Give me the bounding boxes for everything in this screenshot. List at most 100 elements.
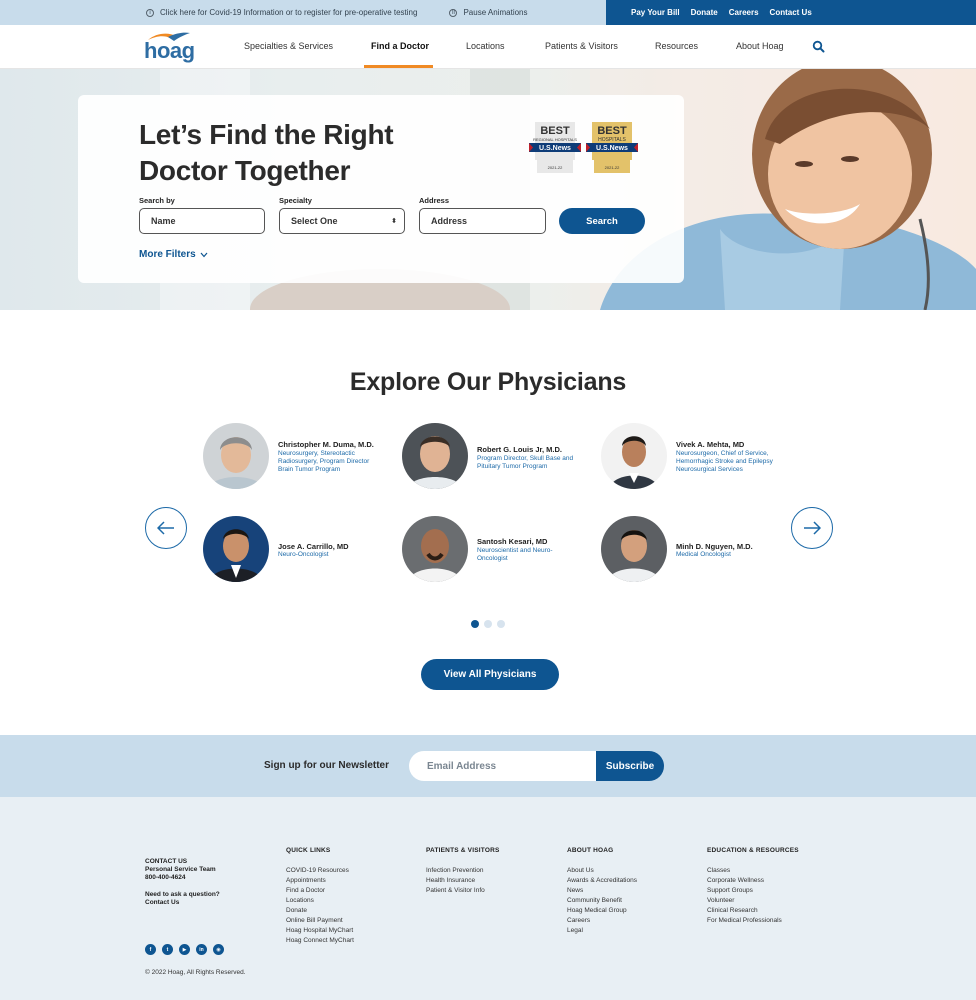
physician-card[interactable]: Vivek A. Mehta, MD Neurosurgeon, Chief o… bbox=[601, 423, 831, 489]
physicians-section-title: Explore Our Physicians bbox=[349, 368, 627, 396]
footer-link[interactable]: Hoag Medical Group bbox=[567, 906, 637, 916]
subscribe-button[interactable]: Subscribe bbox=[596, 751, 664, 781]
footer-link[interactable]: Volunteer bbox=[707, 896, 799, 906]
utility-left: i Click here for Covid-19 Information or… bbox=[146, 0, 528, 25]
view-all-physicians-button[interactable]: View All Physicians bbox=[421, 659, 559, 690]
footer-link[interactable]: Legal bbox=[567, 926, 637, 936]
physician-name: Vivek A. Mehta, MD bbox=[676, 440, 745, 449]
physician-specialty: Neurosurgeon, Chief of Service, Hemorrha… bbox=[676, 450, 773, 473]
active-nav-indicator bbox=[364, 65, 433, 68]
footer-column-title: PATIENTS & VISITORS bbox=[426, 847, 500, 854]
physician-name: Santosh Kesari, MD bbox=[477, 537, 548, 546]
utility-links: Pay Your Bill Donate Careers Contact Us bbox=[606, 0, 976, 25]
carousel-dot[interactable] bbox=[471, 620, 479, 628]
physician-photo bbox=[203, 423, 269, 489]
footer-link[interactable]: Hoag Connect MyChart bbox=[286, 936, 354, 946]
footer-link[interactable]: Support Groups bbox=[707, 886, 799, 896]
footer-contact: CONTACT US Personal Service Team 800-400… bbox=[145, 858, 220, 907]
footer-link[interactable]: Appointments bbox=[286, 876, 354, 886]
footer-link[interactable]: For Medical Professionals bbox=[707, 916, 799, 926]
youtube-icon[interactable]: ▶ bbox=[179, 944, 190, 955]
physician-photo bbox=[601, 516, 667, 582]
physician-card[interactable]: Minh D. Nguyen, M.D. Medical Oncologist bbox=[601, 516, 831, 582]
specialty-select[interactable]: Select One ⬍ bbox=[279, 208, 405, 234]
badge-best-text: BEST bbox=[597, 125, 627, 137]
badge-year-text: 2021-22 bbox=[548, 165, 563, 170]
site-footer: CONTACT US Personal Service Team 800-400… bbox=[0, 797, 976, 1000]
footer-link[interactable]: Community Benefit bbox=[567, 896, 637, 906]
footer-link[interactable]: Classes bbox=[707, 866, 799, 876]
nav-specialties[interactable]: Specialties & Services bbox=[244, 41, 333, 51]
badge-category-text: HOSPITALS bbox=[598, 137, 626, 143]
physician-specialty: Neuroscientist and Neuro-Oncologist bbox=[477, 547, 553, 562]
newsletter-email-input[interactable]: Email Address bbox=[409, 751, 599, 781]
pause-icon[interactable]: ll bbox=[449, 8, 458, 17]
badge-best-text: BEST bbox=[540, 125, 570, 137]
twitter-icon[interactable]: t bbox=[162, 944, 173, 955]
nav-about-hoag[interactable]: About Hoag bbox=[736, 41, 784, 51]
footer-link[interactable]: Locations bbox=[286, 896, 354, 906]
footer-link[interactable]: Online Bill Payment bbox=[286, 916, 354, 926]
facebook-icon[interactable]: f bbox=[145, 944, 156, 955]
find-doctor-card: Let’s Find the Right Doctor Together BES… bbox=[78, 95, 684, 283]
hoag-logo[interactable]: hoag bbox=[144, 30, 195, 64]
footer-link[interactable]: Patient & Visitor Info bbox=[426, 886, 500, 896]
physician-card[interactable]: Christopher M. Duma, M.D. Neurosurgery, … bbox=[203, 423, 433, 489]
footer-link[interactable]: About Us bbox=[567, 866, 637, 876]
physician-photo bbox=[601, 423, 667, 489]
contact-phone[interactable]: 800-400-4624 bbox=[145, 874, 220, 882]
badge-year-text: 2021-22 bbox=[605, 165, 620, 170]
footer-link[interactable]: Clinical Research bbox=[707, 906, 799, 916]
footer-link[interactable]: Careers bbox=[567, 916, 637, 926]
address-input[interactable]: Address bbox=[419, 208, 546, 234]
footer-link[interactable]: Find a Doctor bbox=[286, 886, 354, 896]
carousel-dot[interactable] bbox=[497, 620, 505, 628]
pay-bill-link[interactable]: Pay Your Bill bbox=[631, 8, 680, 17]
nav-find-a-doctor[interactable]: Find a Doctor bbox=[371, 41, 429, 51]
physician-name: Robert G. Louis Jr, M.D. bbox=[477, 445, 563, 454]
footer-link[interactable]: News bbox=[567, 886, 637, 896]
search-icon[interactable] bbox=[812, 40, 825, 53]
more-filters-toggle[interactable]: More Filters bbox=[139, 249, 208, 260]
physician-photo bbox=[402, 423, 468, 489]
physician-card[interactable]: Jose A. Carrillo, MD Neuro-Oncologist bbox=[203, 516, 433, 582]
footer-link[interactable]: Awards & Accreditations bbox=[567, 876, 637, 886]
nav-resources[interactable]: Resources bbox=[655, 41, 698, 51]
contact-team: Personal Service Team bbox=[145, 866, 216, 873]
donate-link[interactable]: Donate bbox=[691, 8, 718, 17]
arrow-left-icon bbox=[157, 521, 174, 535]
footer-link[interactable]: COVID-19 Resources bbox=[286, 866, 354, 876]
contact-us-link[interactable]: Contact Us bbox=[770, 8, 812, 17]
footer-column-title: ABOUT HOAG bbox=[567, 847, 614, 854]
chevron-down-icon bbox=[200, 252, 208, 257]
footer-link[interactable]: Corporate Wellness bbox=[707, 876, 799, 886]
carousel-prev-button[interactable] bbox=[145, 507, 187, 549]
name-input[interactable]: Name bbox=[139, 208, 265, 234]
instagram-icon[interactable]: ◉ bbox=[213, 944, 224, 955]
footer-link[interactable]: Health Insurance bbox=[426, 876, 500, 886]
footer-education-resources: EDUCATION & RESOURCES Classes Corporate … bbox=[707, 847, 799, 926]
linkedin-icon[interactable]: in bbox=[196, 944, 207, 955]
footer-link[interactable]: Donate bbox=[286, 906, 354, 916]
nav-locations[interactable]: Locations bbox=[466, 41, 505, 51]
footer-contact-link[interactable]: Contact Us bbox=[145, 899, 220, 907]
copyright-text: © 2022 Hoag, All Rights Reserved. bbox=[145, 969, 246, 976]
hero-banner: Let’s Find the Right Doctor Together BES… bbox=[0, 69, 976, 310]
pause-animations-link[interactable]: Pause Animations bbox=[463, 8, 527, 17]
utility-bar: i Click here for Covid-19 Information or… bbox=[0, 0, 976, 25]
footer-link[interactable]: Hoag Hospital MyChart bbox=[286, 926, 354, 936]
search-button[interactable]: Search bbox=[559, 208, 645, 234]
nav-patients-visitors[interactable]: Patients & Visitors bbox=[545, 41, 618, 51]
physician-card[interactable]: Robert G. Louis Jr, M.D. Program Directo… bbox=[402, 423, 632, 489]
footer-link[interactable]: Infection Prevention bbox=[426, 866, 500, 876]
carousel-dot[interactable] bbox=[484, 620, 492, 628]
select-arrows-icon: ⬍ bbox=[391, 218, 397, 225]
us-news-best-hospitals-badge: BEST HOSPITALS U.S.News 2021-22 bbox=[586, 122, 638, 173]
physician-card[interactable]: Santosh Kesari, MD Neuroscientist and Ne… bbox=[402, 516, 632, 582]
physician-specialty: Neurosurgery, Stereotactic Radiosurgery,… bbox=[278, 450, 370, 473]
footer-quick-links: QUICK LINKS COVID-19 Resources Appointme… bbox=[286, 847, 354, 946]
specialty-label: Specialty bbox=[279, 196, 312, 205]
careers-link[interactable]: Careers bbox=[729, 8, 759, 17]
covid-info-link[interactable]: Click here for Covid-19 Information or t… bbox=[160, 8, 417, 17]
newsletter-signup: Sign up for our Newsletter Email Address… bbox=[0, 735, 976, 797]
